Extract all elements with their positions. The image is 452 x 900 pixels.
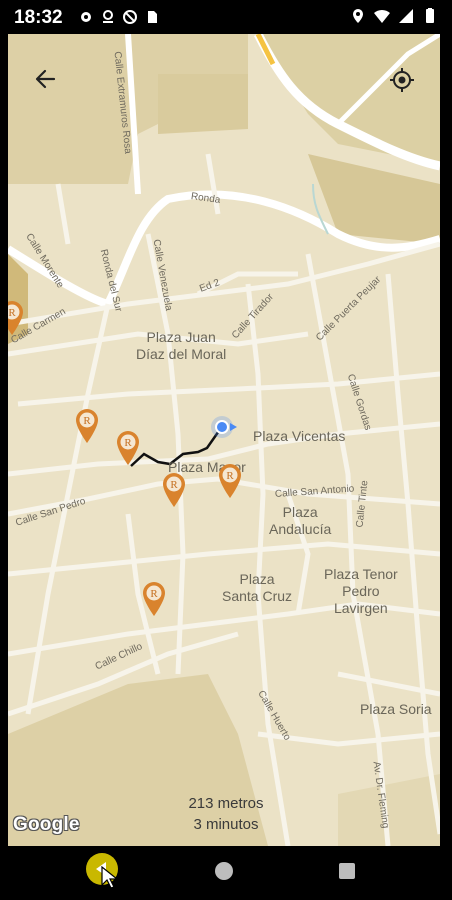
location-icon [353,9,363,23]
restaurant-pin[interactable]: R [218,463,242,499]
pin-icon: R [163,473,185,507]
place-label: Plaza Andalucía [269,504,332,537]
google-logo: Google [13,814,80,835]
map-base [8,34,440,846]
svg-text:R: R [170,479,178,491]
sim-icon [148,11,157,23]
pin-icon: R [8,301,23,335]
svg-text:R: R [124,437,132,449]
pin-icon: R [143,582,165,616]
my-location-icon [390,68,414,92]
nav-home-button[interactable] [215,862,233,880]
my-location-button[interactable] [382,60,422,100]
pin-icon: R [219,464,241,498]
vpn-icon [123,10,137,24]
restaurant-pin[interactable]: R [142,581,166,617]
back-button[interactable] [24,64,66,94]
arrow-back-icon [35,69,56,89]
place-label: Plaza Santa Cruz [222,571,293,604]
pin-icon: R [117,431,139,465]
place-label: Plaza Soria [360,701,432,717]
settings-icon [81,12,91,22]
restaurant-pin[interactable]: R [8,300,24,336]
place-label: Plaza Juan Díaz del Moral [136,329,227,362]
svg-text:R: R [83,415,91,427]
nav-recents-button[interactable] [339,863,355,879]
status-time: 18:32 [14,7,63,28]
wifi-icon [374,9,390,23]
map-view[interactable]: Calle Extramuros Rosa Ronda Calle Morent… [8,34,440,846]
svg-text:R: R [226,470,234,482]
cursor-icon [101,866,119,889]
svg-text:R: R [150,588,158,600]
status-bar: 18:32 [0,0,452,34]
battery-icon [426,8,434,23]
restaurant-pin[interactable]: R [162,472,186,508]
route-distance: 213 metros [188,795,264,812]
restaurant-pin[interactable]: R [75,408,99,444]
place-label: Plaza Vicentas [253,428,346,444]
svg-text:R: R [8,307,16,319]
restaurant-pin[interactable]: R [116,430,140,466]
pin-icon: R [76,409,98,443]
signal-icon [399,9,413,23]
location-alt-icon [103,10,113,23]
place-label: Plaza Tenor Pedro Lavirgen [324,566,398,616]
